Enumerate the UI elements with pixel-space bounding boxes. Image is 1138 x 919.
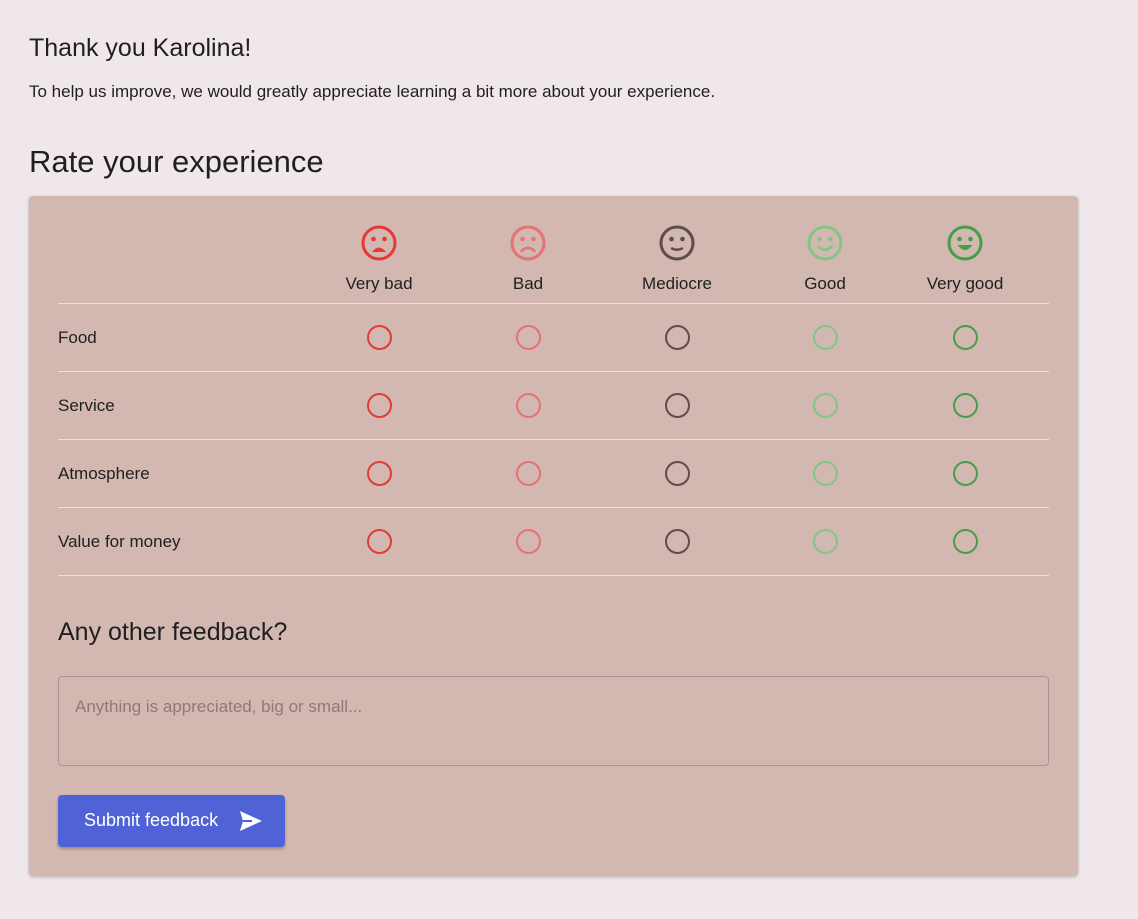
good-column-icon: [760, 224, 890, 262]
intro-text: To help us improve, we would greatly app…: [29, 82, 716, 101]
very-satisfied-icon: [947, 225, 983, 261]
food-mediocre-radio[interactable]: [664, 325, 690, 350]
rate-experience-heading: Rate your experience: [29, 144, 324, 179]
very-good-label: Very good: [926, 274, 1004, 293]
food-very-good-radio[interactable]: [952, 325, 978, 350]
mediocre-column-icon: [612, 224, 742, 262]
category-label: Value for money: [58, 532, 181, 551]
very-bad-label: Very bad: [345, 274, 413, 293]
atmosphere-very-bad-radio[interactable]: [366, 461, 392, 486]
send-icon: [240, 811, 262, 831]
bad-column-icon: [463, 224, 593, 262]
atmosphere-bad-radio[interactable]: [515, 461, 541, 486]
very-good-column-icon: [900, 224, 1030, 262]
very-bad-column-icon: [314, 224, 444, 262]
service-bad-radio[interactable]: [515, 393, 541, 418]
rating-row-food: Food: [58, 304, 1049, 372]
very-dissatisfied-icon: [361, 225, 397, 261]
rating-grid: Very bad Bad Mediocre Good Very good Foo…: [58, 196, 1049, 576]
good-label: Good: [804, 274, 846, 293]
rating-scale-header: Very bad Bad Mediocre Good Very good: [58, 196, 1049, 304]
value-for-money-bad-radio[interactable]: [515, 529, 541, 554]
service-mediocre-radio[interactable]: [664, 393, 690, 418]
category-label: Atmosphere: [58, 464, 150, 483]
atmosphere-very-good-radio[interactable]: [952, 461, 978, 486]
satisfied-icon: [807, 225, 843, 261]
food-good-radio[interactable]: [812, 325, 838, 350]
service-good-radio[interactable]: [812, 393, 838, 418]
service-very-good-radio[interactable]: [952, 393, 978, 418]
food-very-bad-radio[interactable]: [366, 325, 392, 350]
mediocre-label: Mediocre: [642, 274, 712, 293]
submit-button-label: Submit feedback: [84, 810, 219, 830]
bad-label: Bad: [512, 274, 544, 293]
neutral-icon: [659, 225, 695, 261]
thank-you-heading: Thank you Karolina!: [29, 34, 252, 62]
feedback-card: Very bad Bad Mediocre Good Very good Foo…: [29, 196, 1078, 876]
rating-row-value-for-money: Value for money: [58, 508, 1049, 576]
category-label: Service: [58, 396, 115, 415]
rating-row-atmosphere: Atmosphere: [58, 440, 1049, 508]
value-for-money-very-good-radio[interactable]: [952, 529, 978, 554]
atmosphere-mediocre-radio[interactable]: [664, 461, 690, 486]
dissatisfied-icon: [510, 225, 546, 261]
service-very-bad-radio[interactable]: [366, 393, 392, 418]
category-label: Food: [58, 328, 97, 347]
value-for-money-very-bad-radio[interactable]: [366, 529, 392, 554]
feedback-page: Thank you Karolina! To help us improve, …: [0, 0, 1138, 919]
rating-row-service: Service: [58, 372, 1049, 440]
value-for-money-mediocre-radio[interactable]: [664, 529, 690, 554]
other-feedback-heading: Any other feedback?: [58, 618, 288, 646]
food-bad-radio[interactable]: [515, 325, 541, 350]
atmosphere-good-radio[interactable]: [812, 461, 838, 486]
value-for-money-good-radio[interactable]: [812, 529, 838, 554]
feedback-textarea[interactable]: [58, 676, 1049, 766]
submit-feedback-button[interactable]: Submit feedback: [58, 795, 285, 847]
